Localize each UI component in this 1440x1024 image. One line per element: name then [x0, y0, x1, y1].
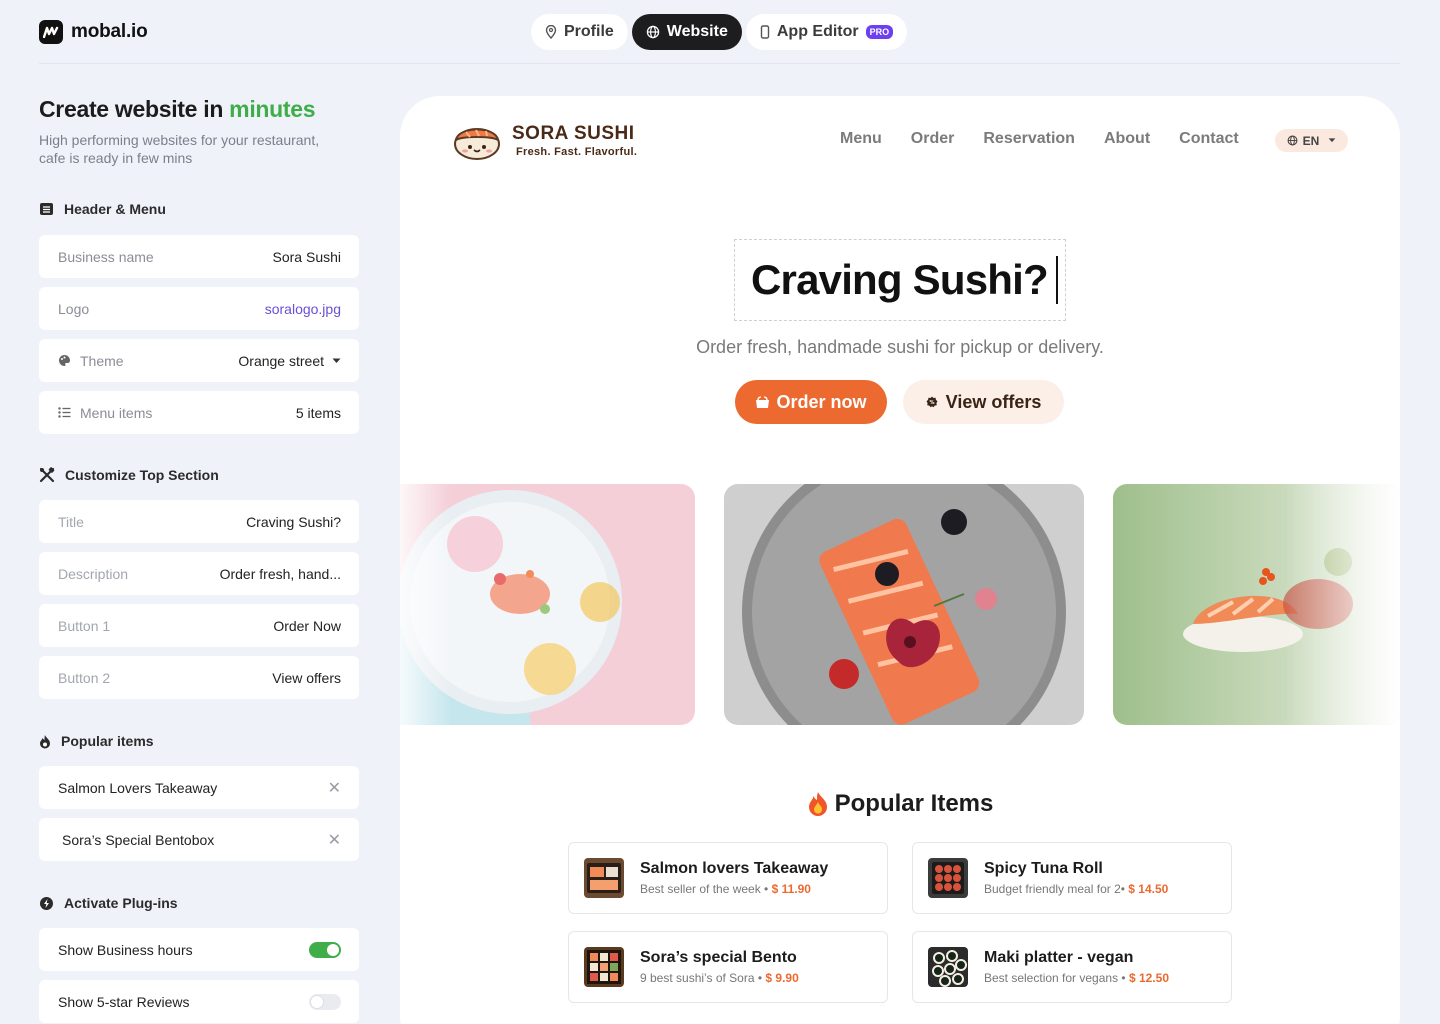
- tab-website[interactable]: Website: [631, 14, 742, 50]
- view-offers-button[interactable]: % View offers: [903, 380, 1064, 424]
- preview-brand[interactable]: SORA SUSHI Fresh. Fast. Flavorful.: [452, 118, 637, 162]
- takeaway-icon: [756, 395, 770, 408]
- section-header-menu: Header & Menu: [39, 201, 166, 217]
- tools-icon: [39, 467, 55, 483]
- offer-badge-icon: %: [926, 396, 938, 408]
- maki-platter-thumbnail: [928, 947, 968, 987]
- nav-reservation[interactable]: Reservation: [983, 130, 1075, 148]
- sidebar-subtitle: High performing websites for your restau…: [39, 132, 320, 166]
- title-field[interactable]: Title Craving Sushi?: [39, 500, 359, 543]
- business-hours-toggle[interactable]: [309, 941, 341, 958]
- fire-emoji-icon: [808, 792, 827, 816]
- nigiri-image: [1113, 484, 1400, 725]
- carousel-image-left[interactable]: [400, 484, 695, 725]
- pin-icon: [545, 25, 557, 39]
- carousel-image-center[interactable]: [724, 484, 1084, 725]
- globe-icon: [1287, 135, 1298, 146]
- carousel-image-right[interactable]: [1113, 484, 1400, 725]
- tab-label: Website: [666, 23, 728, 40]
- bento-thumbnail: [584, 947, 624, 987]
- salmon-plate-image: [724, 484, 1084, 725]
- hero-title-editor[interactable]: Craving Sushi?: [734, 239, 1066, 321]
- plugin-reviews: Show 5-star Reviews: [39, 980, 359, 1023]
- caret-down-icon: [332, 358, 341, 363]
- order-now-button[interactable]: Order now: [735, 380, 887, 424]
- hero-description: Order fresh, handmade sushi for pickup o…: [696, 337, 1104, 357]
- logo-file-link[interactable]: soralogo.jpg: [265, 301, 341, 317]
- business-name-field[interactable]: Business name Sora Sushi: [39, 235, 359, 278]
- list-icon: [58, 407, 71, 418]
- tab-app-editor[interactable]: App Editor PRO: [745, 14, 908, 50]
- header-divider: [39, 63, 1400, 64]
- mode-tabs: Profile Website App Editor PRO: [531, 14, 908, 50]
- nav-order[interactable]: Order: [911, 130, 955, 148]
- app-logo[interactable]: mobal.io: [39, 20, 148, 44]
- pastel-plate-image: [400, 484, 695, 725]
- section-plugins: Activate Plug-ins: [39, 895, 178, 911]
- caret-down-icon: [1328, 138, 1336, 143]
- tab-label: Profile: [564, 23, 614, 40]
- sidebar-heading: Create website in minutes: [39, 96, 316, 122]
- section-popular: Popular items: [39, 733, 154, 749]
- popular-item-card[interactable]: Sora’s special Bento 9 best sushi’s of S…: [568, 931, 888, 1003]
- website-preview: SORA SUSHI Fresh. Fast. Flavorful. Menu …: [400, 96, 1400, 1024]
- nav-menu[interactable]: Menu: [840, 130, 882, 148]
- palette-icon: [59, 355, 71, 366]
- description-field[interactable]: Description Order fresh, hand...: [39, 552, 359, 595]
- menu-items-field[interactable]: Menu items 5 items: [39, 391, 359, 434]
- mobal-logo-icon: [39, 20, 63, 44]
- popular-item-chip[interactable]: Sora’s Special Bentobox ✕: [39, 818, 359, 861]
- tuna-roll-thumbnail: [928, 858, 968, 898]
- logo-field[interactable]: Logo soralogo.jpg: [39, 287, 359, 330]
- popular-item-card[interactable]: Maki platter - vegan Best selection for …: [912, 931, 1232, 1003]
- globe-icon: [646, 25, 660, 39]
- button1-field[interactable]: Button 1 Order Now: [39, 604, 359, 647]
- reviews-toggle[interactable]: [309, 993, 341, 1010]
- tab-label: App Editor: [776, 23, 859, 40]
- remove-icon[interactable]: ✕: [328, 778, 341, 798]
- language-select[interactable]: EN: [1275, 129, 1348, 152]
- nav-about[interactable]: About: [1104, 130, 1150, 148]
- popular-item-card[interactable]: Salmon lovers Takeaway Best seller of th…: [568, 842, 888, 914]
- flame-icon: [40, 734, 50, 748]
- popular-item-chip[interactable]: Salmon Lovers Takeaway ✕: [39, 766, 359, 809]
- button2-field[interactable]: Button 2 View offers: [39, 656, 359, 699]
- pro-badge: PRO: [865, 25, 894, 39]
- remove-icon[interactable]: ✕: [328, 830, 341, 850]
- app-name: mobal.io: [71, 21, 148, 42]
- popular-item-card[interactable]: Spicy Tuna Roll Budget friendly meal for…: [912, 842, 1232, 914]
- svg-text:%: %: [929, 400, 934, 406]
- tab-profile[interactable]: Profile: [531, 14, 628, 50]
- plugin-business-hours: Show Business hours: [39, 928, 359, 971]
- preview-nav: Menu Order Reservation About Contact: [840, 130, 1239, 148]
- section-top: Customize Top Section: [39, 467, 219, 483]
- list-box-icon: [40, 203, 53, 215]
- popular-items-heading: Popular Items: [400, 790, 1400, 818]
- text-cursor: [1055, 256, 1058, 304]
- takeaway-box-thumbnail: [584, 858, 624, 898]
- phone-icon: [760, 25, 770, 39]
- sushi-logo-icon: [454, 128, 500, 160]
- sidebar: Create website in minutes High performin…: [39, 96, 359, 1024]
- bolt-icon: [40, 896, 53, 910]
- hero-title: Craving Sushi?: [751, 256, 1049, 303]
- theme-select[interactable]: Theme Orange street: [39, 339, 359, 382]
- nav-contact[interactable]: Contact: [1179, 130, 1239, 148]
